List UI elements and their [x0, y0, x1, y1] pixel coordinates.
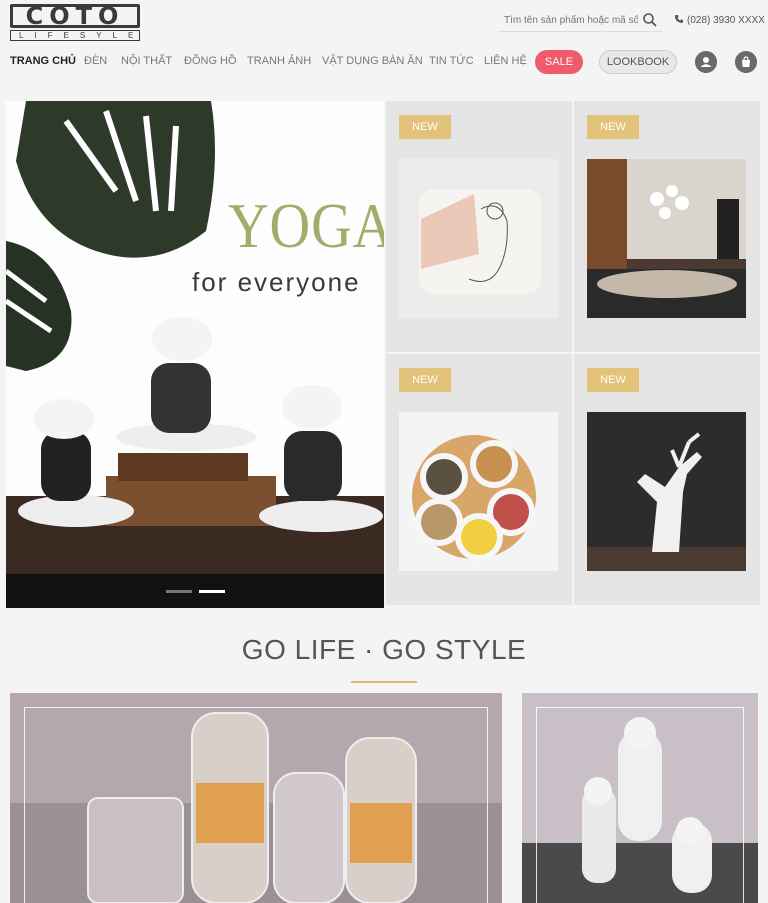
nav-item-home[interactable]: Trang chủ	[10, 55, 76, 67]
phone-icon	[675, 15, 683, 23]
search-box	[498, 8, 662, 32]
product-card[interactable]: NEW	[386, 101, 572, 352]
search-input[interactable]	[498, 8, 638, 32]
account-icon[interactable]	[695, 51, 717, 73]
nav-item-tableware[interactable]: Vật dụng bàn ăn	[322, 55, 423, 67]
logo-sub: LIFESYLE	[10, 30, 140, 41]
slider-dot-1[interactable]	[166, 590, 192, 593]
banner-glass-bottles[interactable]	[10, 693, 502, 903]
phone-number: (028) 3930 XXXX	[687, 15, 765, 26]
banner-frame	[24, 707, 488, 903]
nav-item-contact[interactable]: Liên hệ	[484, 55, 527, 67]
new-badge: NEW	[399, 368, 451, 392]
site-logo[interactable]: COTO LIFESYLE	[10, 4, 140, 41]
nav-item-furniture[interactable]: Nội thất	[121, 55, 172, 67]
header-top: COTO LIFESYLE (028) 3930 XXXX	[0, 0, 768, 44]
banner-frame	[536, 707, 744, 903]
product-card[interactable]: NEW	[386, 354, 572, 605]
sale-button[interactable]: SALE	[535, 50, 583, 74]
nav-item-clocks[interactable]: Đồng hồ	[184, 55, 237, 67]
nav-item-paintings[interactable]: Tranh ảnh	[247, 55, 311, 67]
lookbook-button[interactable]: LOOKBOOK	[599, 50, 677, 74]
cart-icon[interactable]	[735, 51, 757, 73]
main-nav: Trang chủ Đèn Nội thất Đồng hồ Tranh ảnh…	[0, 46, 768, 78]
hero-title: YOGA	[228, 190, 384, 261]
dining-room-image	[587, 159, 746, 318]
new-badge: NEW	[399, 115, 451, 139]
section-divider	[351, 681, 417, 683]
cushion-image	[399, 159, 558, 318]
hero-image	[6, 101, 384, 608]
nav-item-news[interactable]: Tin tức	[429, 55, 474, 67]
nav-item-lamps[interactable]: Đèn	[84, 55, 107, 67]
product-card[interactable]: NEW	[574, 354, 760, 605]
new-badge: NEW	[587, 115, 639, 139]
logo-main: COTO	[10, 4, 140, 28]
section-title: GO LIFE · GO STYLE	[241, 634, 527, 665]
new-products-grid: NEW NEW NEW NEW	[386, 101, 762, 608]
snack-tray-image	[399, 412, 558, 571]
banner-figurines[interactable]	[522, 693, 758, 903]
hotline[interactable]: (028) 3930 XXXX	[674, 14, 765, 26]
search-icon[interactable]	[642, 12, 658, 28]
hero-slider[interactable]: YOGA for everyone	[6, 101, 384, 608]
slider-dot-2[interactable]	[199, 590, 225, 593]
deer-head-image	[587, 412, 746, 571]
hero-subtitle: for everyone	[192, 267, 361, 297]
slider-pagination	[6, 574, 384, 608]
product-card[interactable]: NEW	[574, 101, 760, 352]
new-badge: NEW	[587, 368, 639, 392]
